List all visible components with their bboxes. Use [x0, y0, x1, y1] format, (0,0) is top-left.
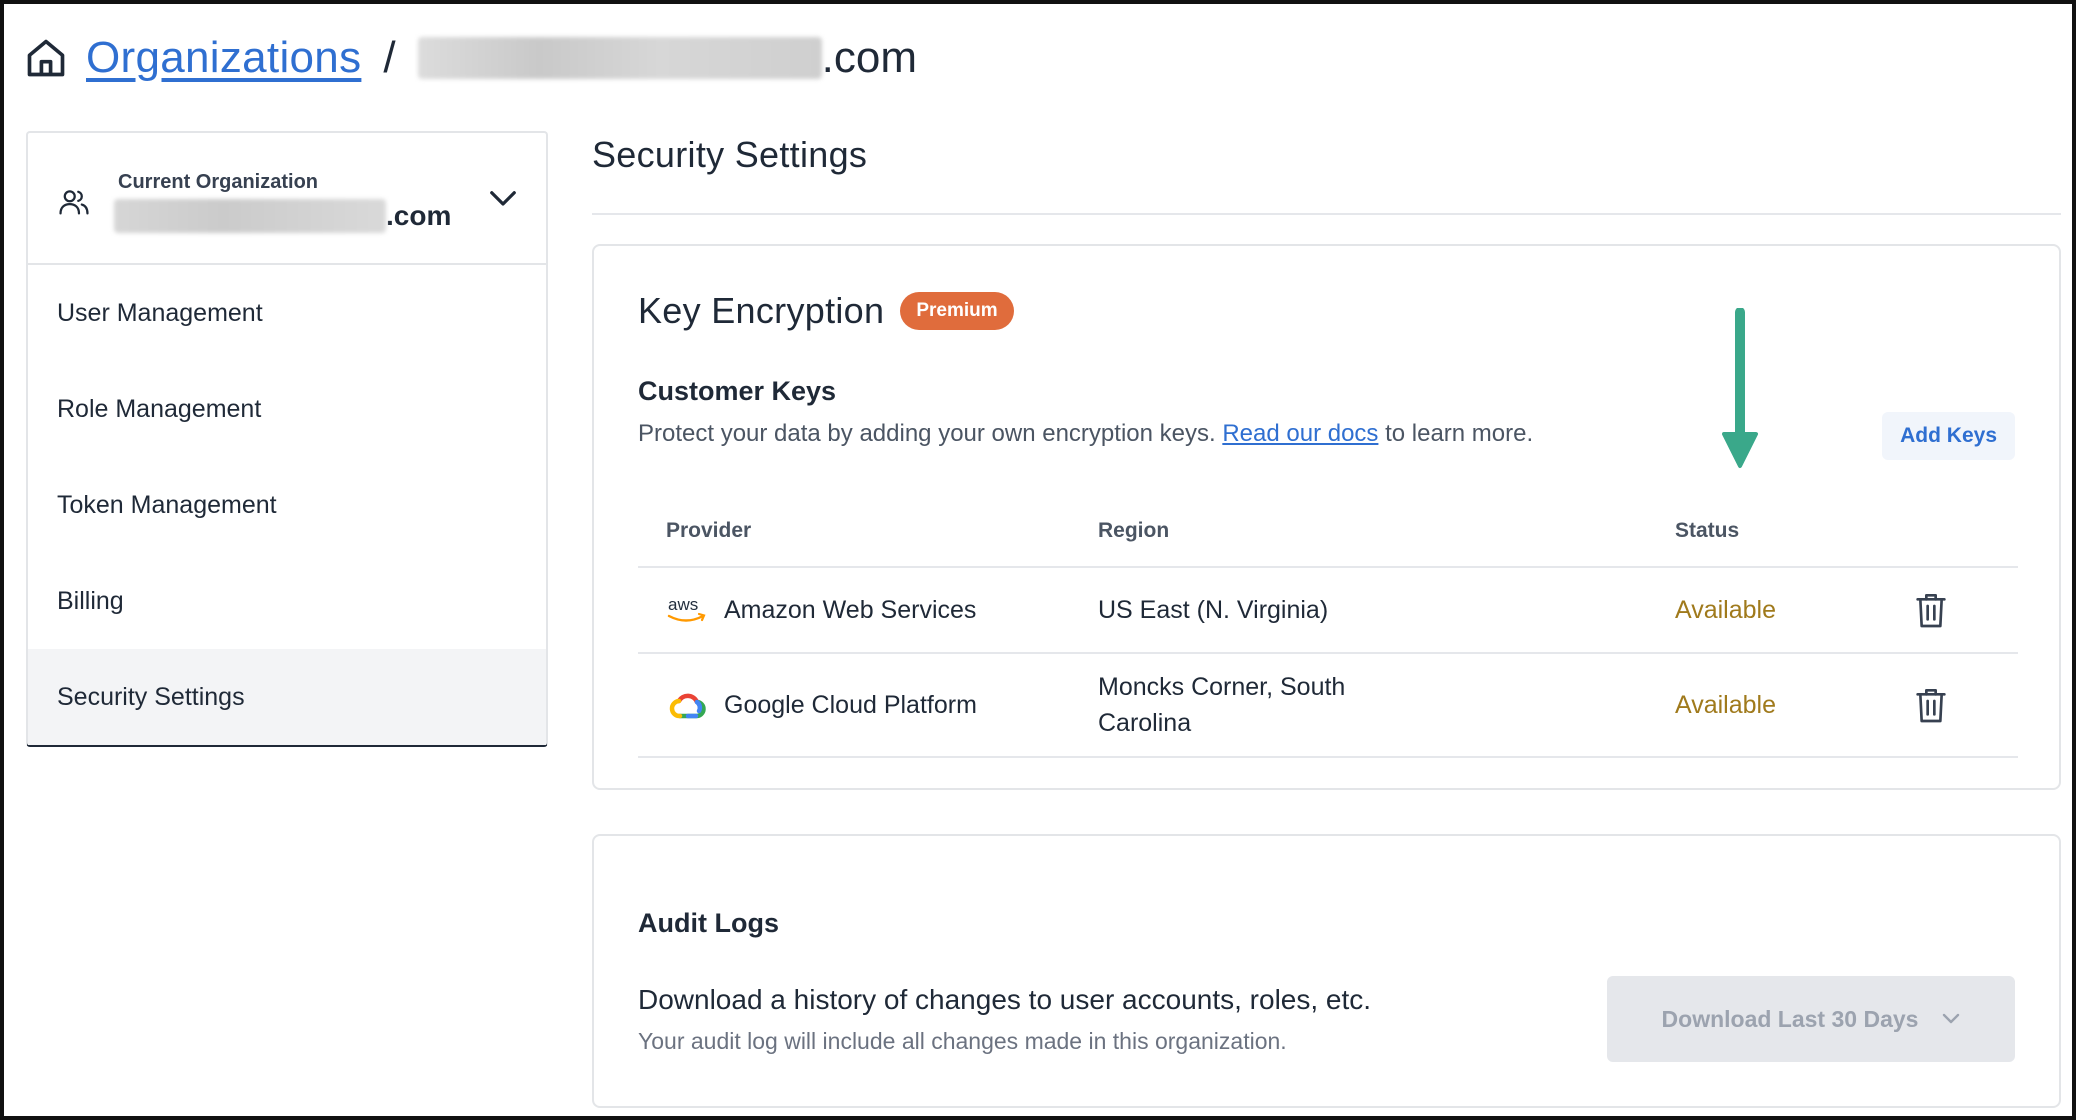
region-cell: Moncks Corner, South Carolina — [1098, 669, 1675, 741]
column-header-region: Region — [1098, 519, 1170, 542]
column-header-status: Status — [1675, 519, 1740, 542]
provider-cell: aws Amazon Web Services — [638, 594, 1098, 626]
breadcrumb-separator: / — [383, 33, 396, 82]
settings-sidebar: Current Organization .com User Managemen… — [26, 131, 548, 747]
page-title: Security Settings — [592, 134, 868, 175]
section-title: Key Encryption — [638, 290, 885, 331]
trash-icon[interactable] — [1915, 591, 1947, 629]
home-icon[interactable] — [24, 36, 68, 80]
table-header: Provider Region Status — [638, 496, 2018, 568]
audit-logs-description: Download a history of changes to user ac… — [638, 984, 1372, 1015]
annotation-arrow-icon — [1722, 308, 1758, 468]
actions-cell — [1915, 686, 2018, 724]
google-cloud-logo-icon — [669, 693, 706, 719]
current-organization-caption: Current Organization — [118, 171, 319, 193]
key-encryption-card: Key Encryption Premium Customer Keys Pro… — [592, 244, 2061, 790]
sidebar-item-label: Billing — [57, 586, 124, 615]
sidebar-item-security-settings[interactable]: Security Settings — [28, 649, 546, 745]
status-badge: Available — [1675, 690, 1777, 719]
breadcrumb-current-org: .com — [821, 33, 917, 82]
trash-icon[interactable] — [1915, 686, 1947, 724]
actions-cell — [1915, 591, 2018, 629]
region-cell: US East (N. Virginia) — [1098, 592, 1675, 628]
provider-cell: Google Cloud Platform — [638, 689, 1098, 721]
download-audit-log-button[interactable]: Download Last 30 Days — [1607, 976, 2015, 1062]
read-docs-link[interactable]: Read our docs — [1222, 420, 1378, 447]
screenshot-frame: Organizations / .com Current Organizatio… — [0, 0, 2076, 1120]
table-row: aws Amazon Web Services US East (N. Virg… — [638, 568, 2018, 654]
redacted-org-name — [114, 199, 386, 233]
description-text: Protect your data by adding your own enc… — [638, 420, 1223, 447]
description-text: to learn more. — [1378, 420, 1534, 447]
svg-text:aws: aws — [668, 595, 698, 614]
status-badge: Available — [1675, 595, 1777, 624]
sidebar-item-label: User Management — [57, 298, 263, 327]
current-organization-name: .com — [114, 199, 451, 233]
premium-badge: Premium — [900, 292, 1014, 330]
breadcrumb-organizations-link[interactable]: Organizations — [86, 33, 361, 83]
customer-keys-title: Customer Keys — [638, 376, 837, 406]
people-icon — [59, 190, 89, 215]
organization-switcher[interactable]: Current Organization .com — [28, 133, 546, 265]
chevron-down-icon — [1943, 1013, 1960, 1024]
breadcrumb: Organizations / .com — [24, 28, 917, 88]
region-name: US East (N. Virginia) — [1098, 596, 1329, 624]
provider-name: Google Cloud Platform — [724, 690, 977, 719]
sidebar-item-token-management[interactable]: Token Management — [28, 457, 546, 553]
provider-name: Amazon Web Services — [724, 595, 977, 624]
audit-logs-subtext: Your audit log will include all changes … — [638, 1028, 1287, 1054]
download-button-label: Download Last 30 Days — [1661, 1005, 1919, 1032]
status-cell: Available — [1675, 596, 1915, 625]
aws-logo-icon: aws — [667, 595, 706, 622]
sidebar-item-label: Token Management — [57, 490, 277, 519]
chevron-down-icon[interactable] — [488, 187, 518, 211]
column-header-provider: Provider — [666, 519, 752, 542]
customer-keys-table: Provider Region Status aws Amazon Web Se… — [638, 496, 2018, 758]
status-cell: Available — [1675, 691, 1915, 720]
table-row: Google Cloud Platform Moncks Corner, Sou… — [638, 654, 2018, 758]
audit-logs-title: Audit Logs — [638, 908, 779, 938]
region-name: Moncks Corner, South Carolina — [1098, 673, 1346, 737]
divider — [592, 213, 2061, 215]
current-organization-suffix: .com — [386, 200, 452, 231]
redacted-org-name — [417, 37, 822, 79]
add-keys-button[interactable]: Add Keys — [1882, 412, 2015, 460]
audit-logs-card: Audit Logs Download a history of changes… — [592, 834, 2061, 1108]
sidebar-item-label: Security Settings — [57, 682, 245, 711]
sidebar-item-user-management[interactable]: User Management — [28, 265, 546, 361]
customer-keys-description: Protect your data by adding your own enc… — [638, 420, 1533, 448]
sidebar-item-role-management[interactable]: Role Management — [28, 361, 546, 457]
key-encryption-heading: Key Encryption Premium — [638, 290, 1014, 332]
sidebar-item-label: Role Management — [57, 394, 262, 423]
sidebar-item-billing[interactable]: Billing — [28, 553, 546, 649]
